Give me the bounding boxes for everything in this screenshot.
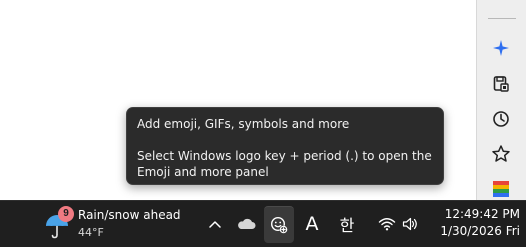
volume-icon [402,217,417,231]
side-panel-divider [488,18,516,19]
ime-language-button[interactable]: 한 [334,206,360,242]
save-icon[interactable] [490,73,512,95]
emoji-tooltip: Add emoji, GIFs, symbols and more Select… [126,107,444,185]
ime-language-label: 한 [339,216,355,235]
weather-temperature: 44°F [78,226,104,239]
network-volume-button[interactable] [372,206,424,242]
show-hidden-icons-button[interactable] [203,206,227,242]
clock-date: 1/30/2026 Fri [440,224,520,238]
history-icon[interactable] [490,108,512,130]
favorites-icon[interactable] [490,143,512,165]
cloud-icon [238,218,256,229]
tooltip-title: Add emoji, GIFs, symbols and more [137,117,350,131]
ime-mode-button[interactable]: A [299,206,325,242]
weather-widget[interactable]: 9 Rain/snow ahead 44°F [44,205,184,243]
copilot-icon[interactable] [490,37,512,59]
chevron-up-icon [209,221,221,228]
clock-time: 12:49:42 PM [444,207,520,221]
notification-badge: 9 [58,206,74,222]
weather-title: Rain/snow ahead [78,208,181,222]
clock[interactable]: 12:49:42 PM 1/30/2026 Fri [430,206,520,242]
office-icon[interactable] [490,178,512,200]
emoji-panel-button[interactable] [264,206,294,243]
onedrive-button[interactable] [232,206,260,242]
ime-mode-label: A [305,213,319,235]
tooltip-body: Select Windows logo key + period (.) to … [137,149,432,179]
wifi-icon [378,218,396,231]
taskbar: 9 Rain/snow ahead 44°F A 한 12:49:42 PM 1… [0,200,526,247]
emoji-add-icon [270,216,288,234]
browser-side-panel [476,0,526,200]
